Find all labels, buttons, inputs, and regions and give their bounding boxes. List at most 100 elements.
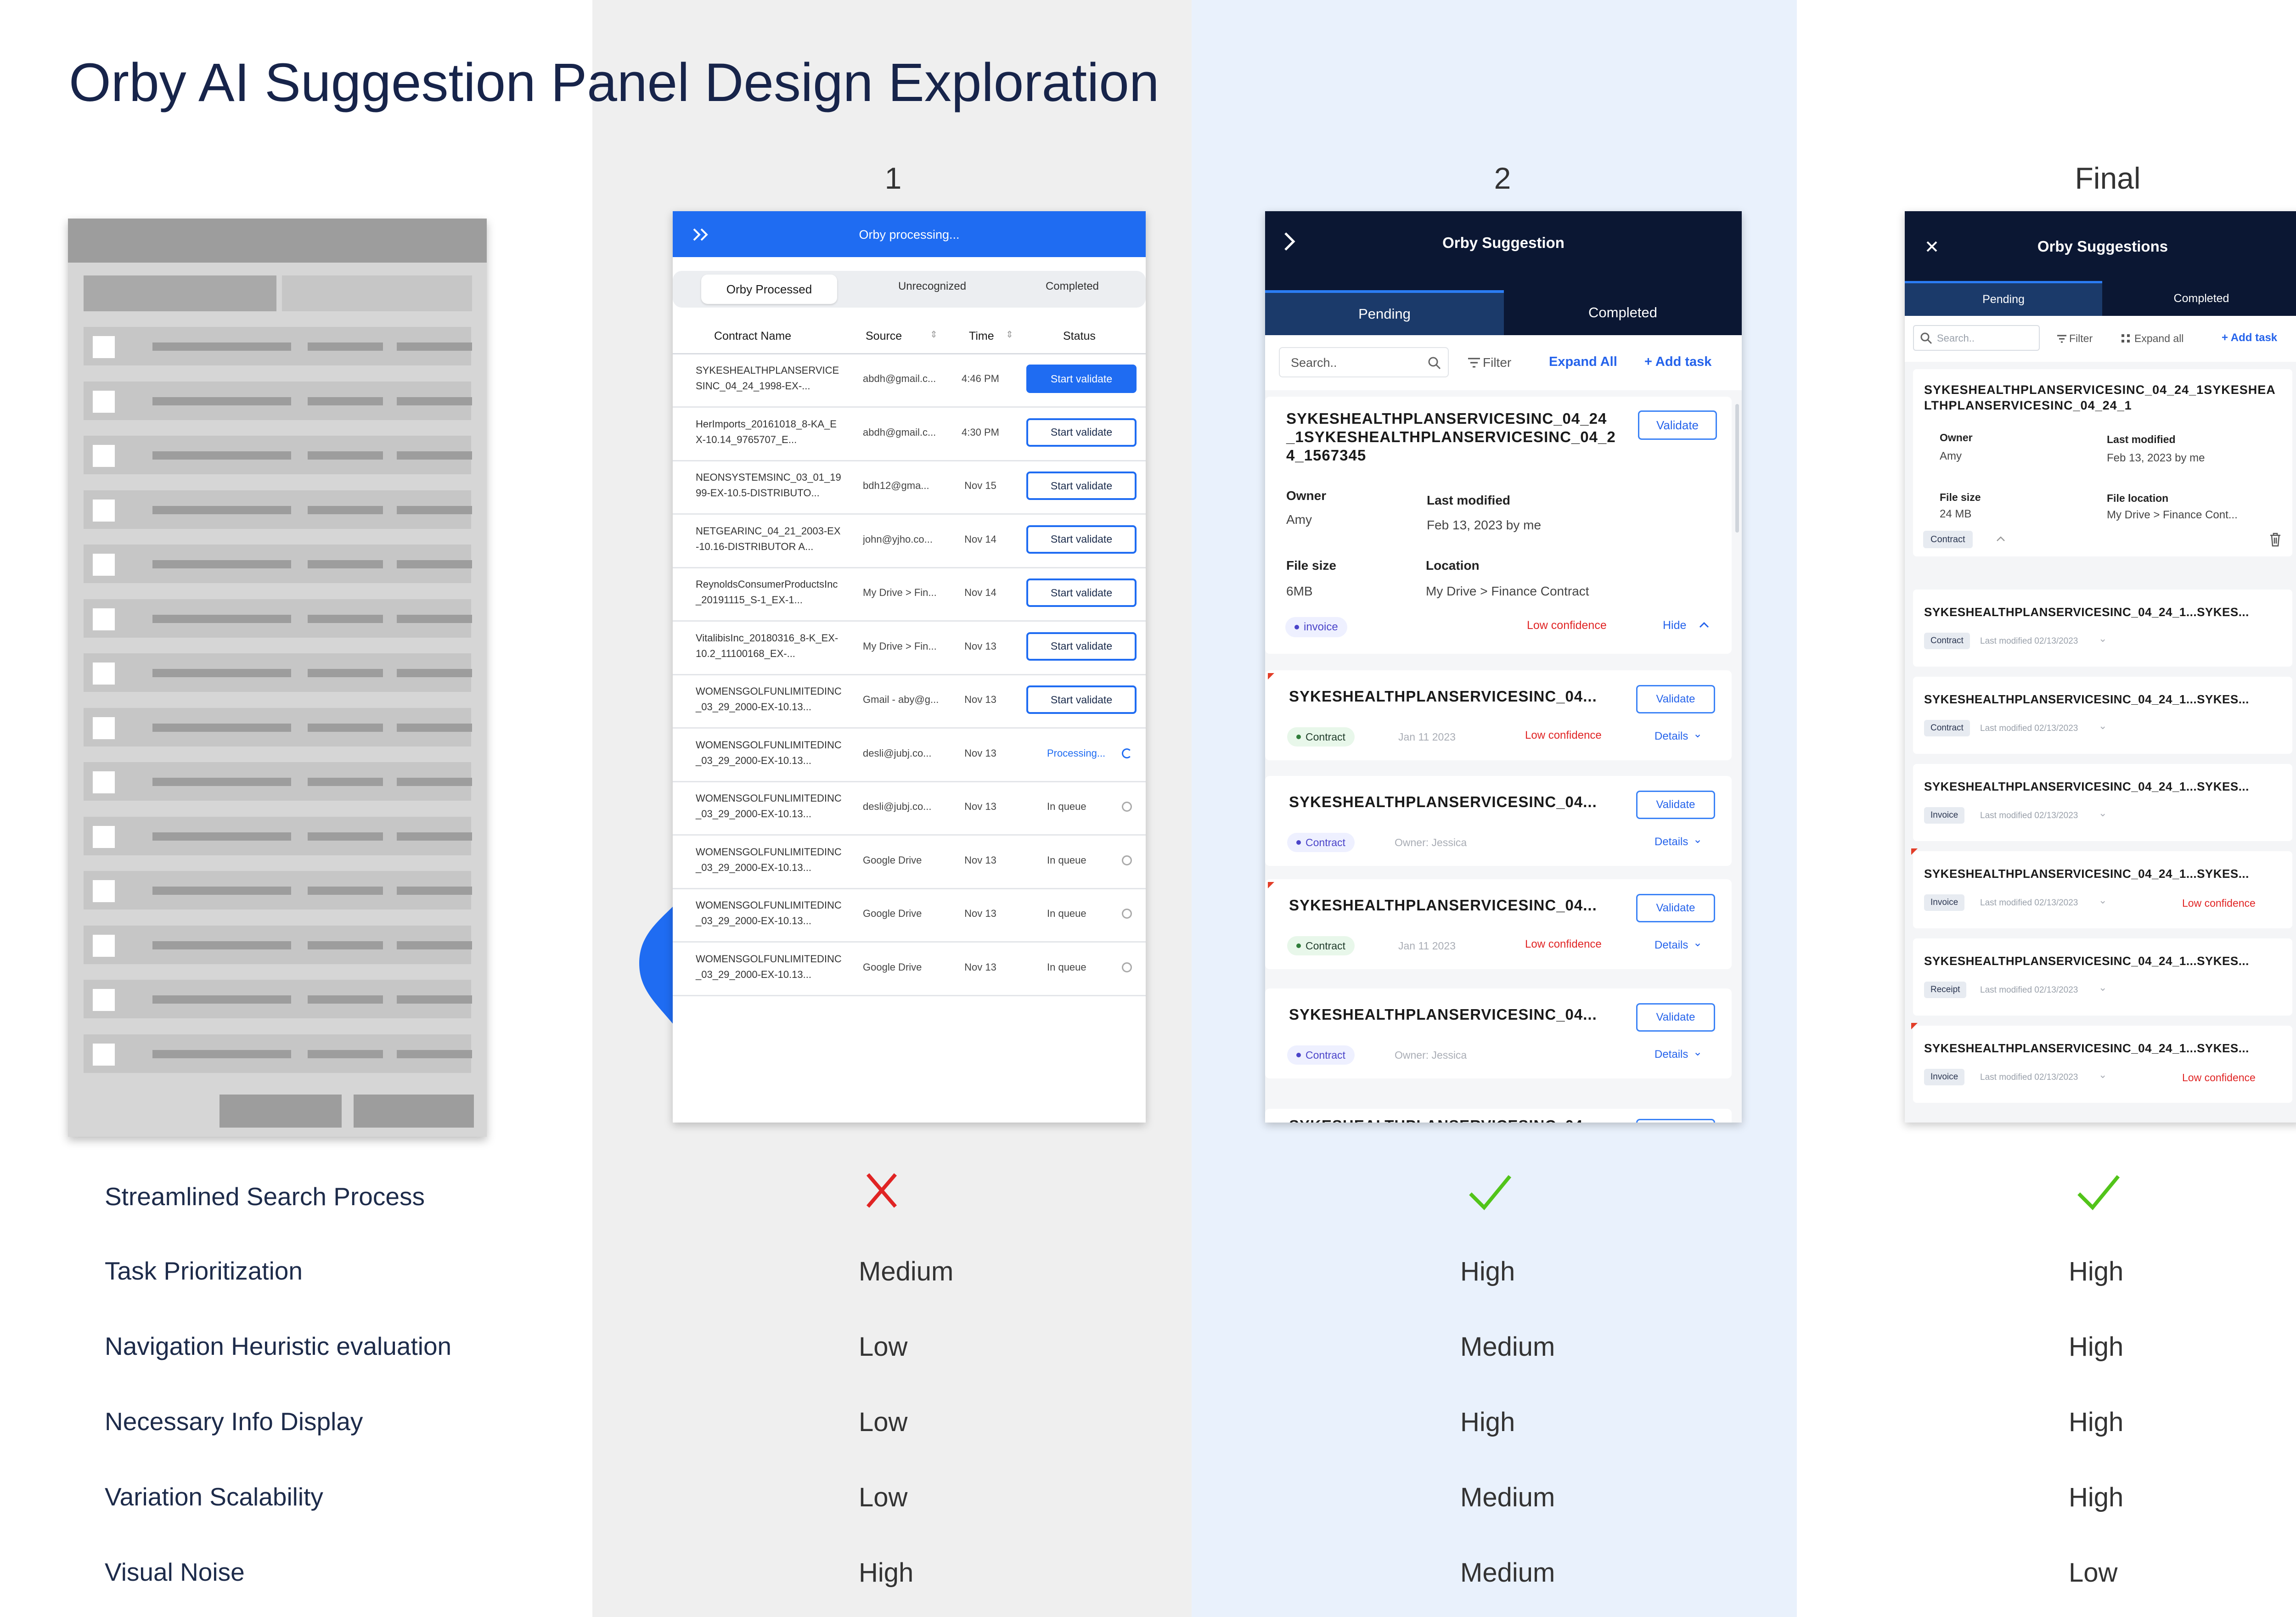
wireframe-bar xyxy=(308,778,383,786)
suggestion-card[interactable]: SYKESHEALTHPLANSERVICESINC_04_24_1...SYK… xyxy=(1911,848,2292,928)
time: 4:46 PM xyxy=(962,373,999,384)
add-task-button[interactable]: + Add task xyxy=(1644,354,1711,370)
chevron-down-icon[interactable]: ⌄ xyxy=(1693,936,1702,949)
panel2-header: Orby Suggestion Pending Completed xyxy=(1265,211,1742,335)
col-contract-name[interactable]: Contract Name xyxy=(714,330,791,343)
col-time[interactable]: Time xyxy=(969,330,994,343)
start-validate-button[interactable]: Start validate xyxy=(1026,578,1137,607)
validate-button[interactable]: Validate xyxy=(1636,1119,1715,1123)
start-validate-button[interactable]: Start validate xyxy=(1026,525,1137,554)
suggestion-card[interactable]: SYKESHEALTHPLANSERVICESINC_04... Validate… xyxy=(1265,670,1732,760)
suggestion-card-partial[interactable]: SYKESHEALTHPLANSERVICESINC_04... Validat… xyxy=(1265,1109,1732,1123)
suggestion-card[interactable]: SYKESHEALTHPLANSERVICESINC_04... Validate… xyxy=(1265,776,1732,866)
wireframe-checkbox xyxy=(93,663,115,685)
start-validate-button[interactable]: Start validate xyxy=(1026,418,1137,447)
low-confidence-label: Low confidence xyxy=(1527,619,1607,632)
chevron-down-icon[interactable]: ⌄ xyxy=(2099,1069,2107,1081)
table-row[interactable]: WOMENSGOLFUNLIMITEDINC_03_29_2000-EX-10.… xyxy=(673,675,1146,729)
details-button[interactable]: Details xyxy=(1654,730,1688,743)
expand-all-button[interactable]: Expand all xyxy=(2134,332,2183,345)
tab-unrecognized[interactable]: Unrecognized xyxy=(866,280,999,293)
suggestion-card[interactable]: SYKESHEALTHPLANSERVICESINC_04... Validate… xyxy=(1265,879,1732,969)
suggestion-card[interactable]: SYKESHEALTHPLANSERVICESINC_04_24_1...SYK… xyxy=(1913,677,2292,754)
chevron-down-icon[interactable]: ⌄ xyxy=(2099,807,2107,819)
wireframe-row xyxy=(84,871,472,910)
location-value: My Drive > Finance Contract xyxy=(1426,584,1589,598)
wireframe-row xyxy=(84,653,472,692)
chevron-down-icon[interactable]: ⌄ xyxy=(1693,727,1702,741)
rating-value: Low xyxy=(859,1332,908,1362)
expand-all-button[interactable]: Expand All xyxy=(1549,354,1617,370)
chevron-up-icon[interactable] xyxy=(1996,535,2006,543)
validate-button[interactable]: Validate xyxy=(1636,791,1715,819)
table-row[interactable]: HerImports_20161018_8-KA_EX-10.14_976570… xyxy=(673,408,1146,461)
tab-completed[interactable]: Completed xyxy=(1504,290,1742,335)
time: Nov 13 xyxy=(964,640,996,652)
expand-all-icon[interactable] xyxy=(2121,333,2131,343)
wireframe-bar xyxy=(308,887,383,895)
tab-orby-processed[interactable]: Orby Processed xyxy=(701,275,837,304)
details-button[interactable]: Details xyxy=(1654,836,1688,848)
details-button[interactable]: Details xyxy=(1654,939,1688,952)
table-row[interactable]: SYKESHEALTHPLANSERVICESINC_04_24_1998-EX… xyxy=(673,354,1146,408)
start-validate-button[interactable]: Start validate xyxy=(1026,365,1137,393)
search-input[interactable]: Search.. xyxy=(1913,325,2040,351)
chip-label: Contract xyxy=(1306,939,1345,952)
sort-icon[interactable]: ⇕ xyxy=(1006,329,1013,340)
chevron-down-icon[interactable]: ⌄ xyxy=(2099,894,2107,906)
validate-button[interactable]: Validate xyxy=(1636,894,1715,922)
criterion-label: Visual Noise xyxy=(105,1558,245,1586)
start-validate-button[interactable]: Start validate xyxy=(1026,632,1137,661)
table-row[interactable]: WOMENSGOLFUNLIMITEDINC_03_29_2000-EX-10.… xyxy=(673,889,1146,943)
table-row[interactable]: WOMENSGOLFUNLIMITEDINC_03_29_2000-EX-10.… xyxy=(673,782,1146,836)
chevron-down-icon[interactable]: ⌄ xyxy=(2099,982,2107,994)
filter-icon[interactable] xyxy=(1467,357,1481,368)
filter-button[interactable]: Filter xyxy=(1483,355,1511,370)
table-row[interactable]: WOMENSGOLFUNLIMITEDINC_03_29_2000-EX-10.… xyxy=(673,729,1146,782)
table-row[interactable]: ReynoldsConsumerProductsInc_20191115_S-1… xyxy=(673,568,1146,622)
hide-button[interactable]: Hide xyxy=(1663,619,1686,632)
start-validate-button[interactable]: Start validate xyxy=(1026,685,1137,714)
chevron-down-icon[interactable]: ⌄ xyxy=(1693,1045,1702,1059)
suggestion-card[interactable]: SYKESHEALTHPLANSERVICESINC_04_24_1...SYK… xyxy=(1913,590,2292,667)
add-task-button[interactable]: + Add task xyxy=(2222,331,2277,344)
table-row[interactable]: NEONSYSTEMSINC_03_01_1999-EX-10.5-DISTRI… xyxy=(673,461,1146,515)
contract-name: WOMENSGOLFUNLIMITEDINC_03_29_2000-EX-10.… xyxy=(696,685,842,713)
col-source[interactable]: Source xyxy=(866,330,902,343)
wireframe-bar xyxy=(152,778,291,786)
filter-button[interactable]: Filter xyxy=(2069,332,2093,345)
validate-button[interactable]: Validate xyxy=(1638,410,1717,440)
validate-button[interactable]: Validate xyxy=(1636,685,1715,713)
suggestion-card[interactable]: SYKESHEALTHPLANSERVICESINC_04_24_1...SYK… xyxy=(1911,1023,2292,1103)
scrollbar[interactable] xyxy=(1735,404,1739,533)
tab-completed[interactable]: Completed xyxy=(2102,281,2296,316)
chevron-up-icon[interactable] xyxy=(1699,621,1710,629)
time: Nov 13 xyxy=(964,801,996,812)
table-row[interactable]: WOMENSGOLFUNLIMITEDINC_03_29_2000-EX-10.… xyxy=(673,836,1146,889)
chevron-down-icon[interactable]: ⌄ xyxy=(2099,633,2107,645)
chevron-down-icon[interactable]: ⌄ xyxy=(1693,833,1702,846)
contract-name: ReynoldsConsumerProductsInc_20191115_S-1… xyxy=(696,578,838,606)
suggestion-card[interactable]: SYKESHEALTHPLANSERVICESINC_04... Validate… xyxy=(1265,988,1732,1078)
suggestion-card[interactable]: SYKESHEALTHPLANSERVICESINC_04_24_1...SYK… xyxy=(1913,764,2292,841)
tab-pending[interactable]: Pending xyxy=(1265,290,1504,335)
search-input[interactable]: Search.. xyxy=(1279,347,1449,377)
table-row[interactable]: WOMENSGOLFUNLIMITEDINC_03_29_2000-EX-10.… xyxy=(673,943,1146,996)
filter-icon[interactable] xyxy=(2056,334,2067,343)
chevron-down-icon[interactable]: ⌄ xyxy=(2099,720,2107,732)
table-row[interactable]: NETGEARINC_04_21_2003-EX-10.16-DISTRIBUT… xyxy=(673,515,1146,568)
low-confidence-label: Low confidence xyxy=(2182,897,2256,909)
validate-button[interactable]: Validate xyxy=(1636,1003,1715,1032)
panel-toggle-tab[interactable] xyxy=(639,904,676,1027)
tab-completed[interactable]: Completed xyxy=(1013,280,1132,293)
trash-icon[interactable] xyxy=(2268,532,2282,547)
queue-status: In queue xyxy=(1047,961,1086,973)
table-row[interactable]: VitalibisInc_20180316_8-K_EX-10.2_111001… xyxy=(673,622,1146,675)
suggestion-card-expanded[interactable]: SYKESHEALTHPLANSERVICESINC_04_24 _1SYKES… xyxy=(1265,397,1732,654)
tab-pending[interactable]: Pending xyxy=(1905,281,2102,316)
sort-icon[interactable]: ⇕ xyxy=(930,329,938,340)
details-button[interactable]: Details xyxy=(1654,1048,1688,1061)
suggestion-card-expanded[interactable]: SYKESHEALTHPLANSERVICESINC_04_24_1SYKESH… xyxy=(1913,369,2292,556)
start-validate-button[interactable]: Start validate xyxy=(1026,472,1137,500)
suggestion-card[interactable]: SYKESHEALTHPLANSERVICESINC_04_24_1...SYK… xyxy=(1913,938,2292,1016)
